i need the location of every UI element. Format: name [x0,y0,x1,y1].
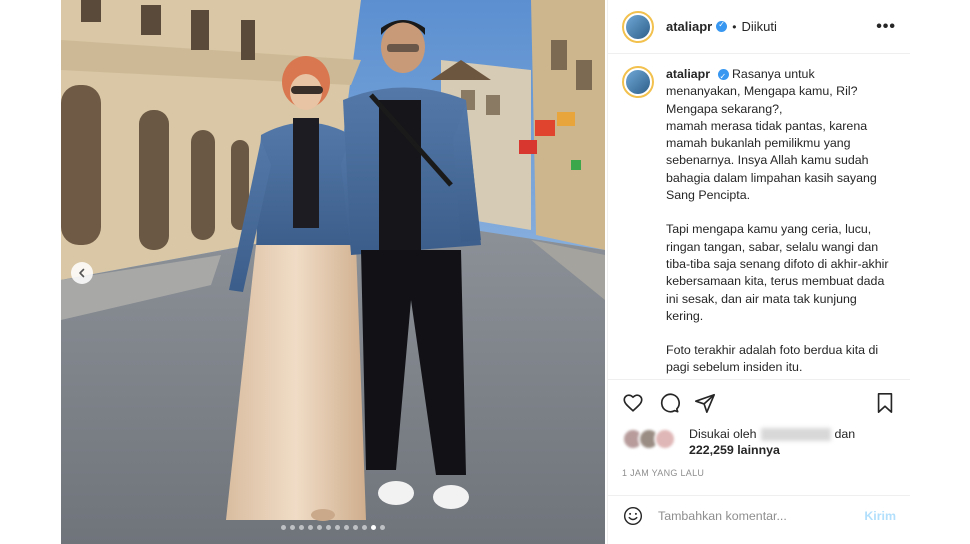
street-photo-image [61,0,605,544]
header-separator: • [732,19,737,34]
post-photo[interactable] [61,0,605,544]
carousel-dot [290,525,295,530]
caption-paragraph-2: Tapi mengapa kamu yang ceria, lucu, ring… [666,222,889,323]
chevron-left-icon [79,268,85,278]
liker-avatars[interactable] [622,428,677,456]
carousel-dot [344,525,349,530]
comment-composer: Kirim [608,496,910,536]
carousel-dot [335,525,340,530]
caption-paragraph-3: Foto terakhir adalah foto berdua kita di… [666,343,879,375]
caption-section: ataliapr Rasanya untuk menanyakan, Menga… [608,54,910,380]
carousel-indicator [61,525,605,530]
paper-plane-icon [695,393,715,413]
likes-text: Disukai oleh dan 222,259 lainnya [689,426,855,458]
post-timestamp[interactable]: 1 JAM YANG LALU [608,462,910,496]
likes-section: Disukai oleh dan 222,259 lainnya [608,426,910,462]
carousel-dot [371,525,376,530]
post-side-panel: ataliapr • Diikuti ••• ataliapr Rasanya … [607,0,910,544]
comment-button[interactable] [654,388,684,418]
more-options-button[interactable]: ••• [876,18,896,36]
likes-prefix: Disukai oleh [689,427,757,441]
carousel-prev-button[interactable] [71,262,93,284]
smiley-icon [623,506,643,526]
carousel-dot [308,525,313,530]
liker-name-blurred[interactable] [760,428,831,442]
heart-icon [623,394,643,412]
follow-status-button[interactable]: Diikuti [741,19,776,34]
verified-badge-icon [717,68,729,86]
carousel-dot [380,525,385,530]
carousel-dot [317,525,322,530]
like-button[interactable] [618,388,648,418]
post-actions [608,380,910,426]
carousel-dot [362,525,367,530]
carousel-dot [299,525,304,530]
emoji-button[interactable] [622,505,644,527]
carousel-dot [353,525,358,530]
post-comment-button[interactable]: Kirim [864,509,896,523]
author-avatar[interactable] [622,10,654,43]
post-header: ataliapr • Diikuti ••• [608,0,910,54]
caption-paragraph-1: Rasanya untuk menanyakan, Mengapa kamu, … [666,67,877,203]
share-button[interactable] [690,388,720,418]
caption-username[interactable]: ataliapr [666,67,710,81]
carousel-dot [281,525,286,530]
caption-text: ataliapr Rasanya untuk menanyakan, Menga… [666,66,891,379]
author-username[interactable]: ataliapr [666,19,712,34]
comment-bubble-icon [660,393,680,413]
caption-paragraph: ataliapr Rasanya untuk menanyakan, Menga… [666,66,891,204]
save-button[interactable] [870,388,900,418]
carousel-dot [326,525,331,530]
bookmark-icon [877,393,893,413]
likes-and: dan [834,427,856,441]
caption-author-avatar[interactable] [622,66,654,98]
comment-input[interactable] [658,509,865,523]
likes-count-link[interactable]: 222,259 lainnya [689,443,780,457]
verified-badge-icon [716,20,728,32]
